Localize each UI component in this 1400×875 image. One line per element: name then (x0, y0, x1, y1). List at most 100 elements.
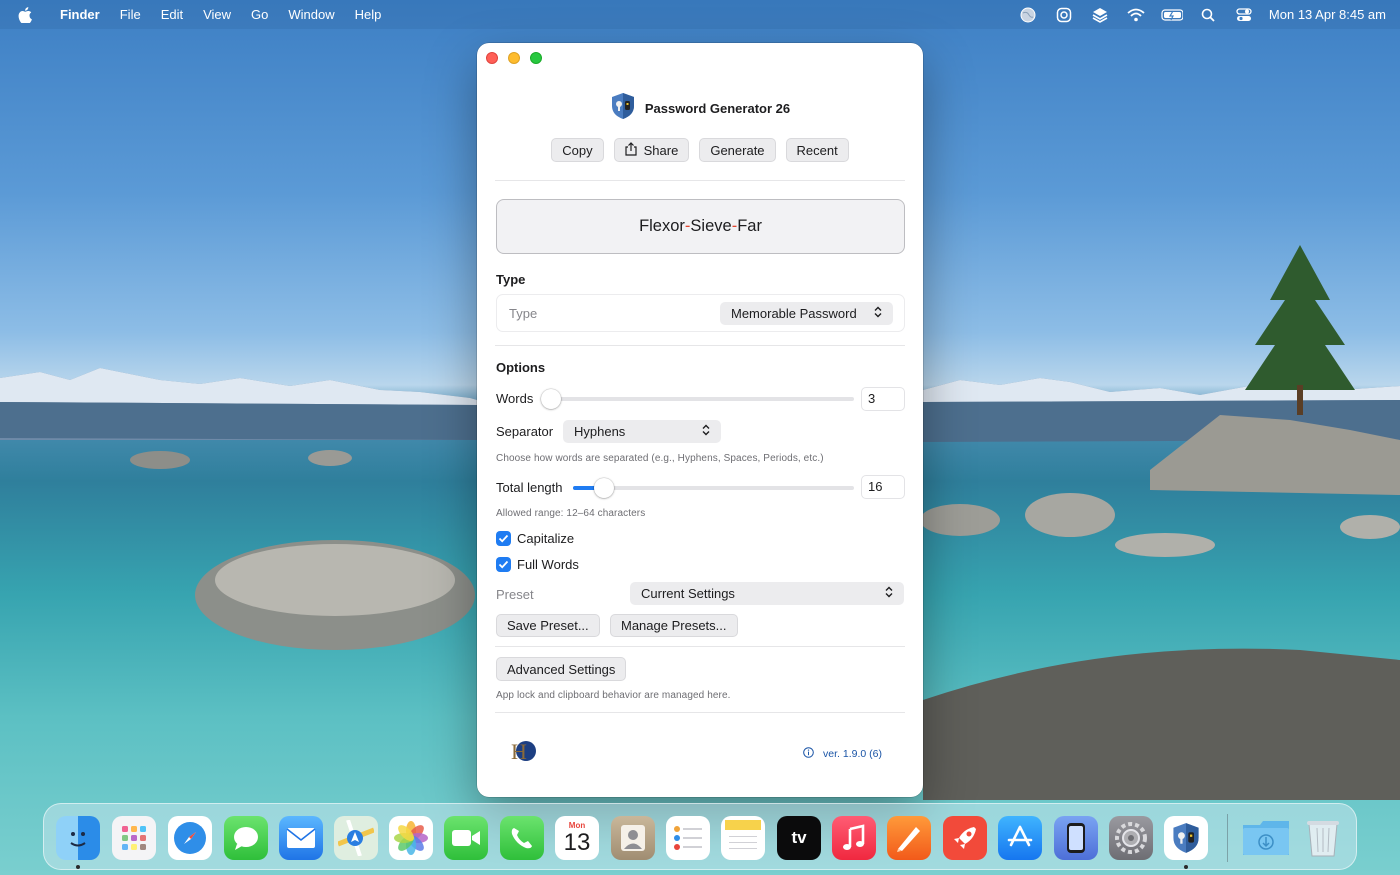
full-words-checkbox[interactable] (496, 557, 511, 572)
recent-button[interactable]: Recent (785, 138, 849, 162)
layers-icon[interactable] (1089, 6, 1111, 24)
wifi-icon[interactable] (1125, 6, 1147, 24)
apple-menu-icon[interactable] (0, 0, 50, 29)
phone-icon[interactable] (500, 816, 544, 860)
finder-running-indicator (76, 865, 80, 869)
type-section-title: Type (496, 272, 526, 287)
messages-icon[interactable] (224, 816, 268, 860)
battery-icon[interactable] (1161, 6, 1183, 24)
search-icon[interactable] (1197, 6, 1219, 24)
preset-popup[interactable]: Current Settings (630, 582, 904, 605)
capitalize-row[interactable]: Capitalize (496, 531, 574, 546)
copy-button[interactable]: Copy (551, 138, 604, 162)
app-header: Password Generator 26 (477, 92, 923, 125)
words-slider[interactable] (541, 389, 854, 409)
footer-divider (495, 712, 905, 713)
password-word-1: Flexor (639, 217, 685, 235)
options-section-title: Options (496, 360, 546, 375)
password-display[interactable]: Flexor - Sieve - Far (496, 199, 905, 254)
total-length-field[interactable]: 16 (861, 475, 905, 499)
control-center-icon[interactable] (1233, 6, 1255, 24)
total-length-label: Total length (496, 480, 563, 495)
zoom-window-button[interactable] (530, 52, 542, 64)
words-slider-knob[interactable] (541, 389, 561, 409)
notes-icon[interactable] (721, 816, 765, 860)
finder-icon[interactable] (56, 816, 100, 860)
reminders-icon[interactable] (666, 816, 710, 860)
minimize-window-button[interactable] (508, 52, 520, 64)
total-length-slider-knob[interactable] (593, 478, 614, 498)
maps-icon[interactable] (334, 816, 378, 860)
facetime-icon[interactable] (444, 816, 488, 860)
menu-clock[interactable]: Mon 13 Apr 8:45 am (1269, 0, 1386, 29)
full-words-row[interactable]: Full Words (496, 557, 579, 572)
password-generator-icon[interactable] (1164, 816, 1208, 860)
words-count-field[interactable]: 3 (861, 387, 905, 411)
generate-button[interactable]: Generate (699, 138, 776, 162)
separator-popup[interactable]: Hyphens (563, 420, 721, 443)
app-title: Password Generator 26 (644, 101, 791, 116)
share-icon (625, 141, 637, 159)
capitalize-label: Capitalize (517, 531, 575, 546)
type-popup[interactable]: Memorable Password (720, 302, 893, 325)
trash-icon[interactable] (1301, 816, 1345, 860)
simulator-icon[interactable] (1054, 816, 1098, 860)
share-button[interactable]: Share (613, 138, 690, 162)
menu-go[interactable]: Go (241, 0, 278, 29)
save-preset-button[interactable]: Save Preset... (496, 614, 600, 637)
rocket-icon[interactable] (943, 816, 987, 860)
words-label: Words (496, 391, 534, 406)
dock-separator (1227, 814, 1228, 862)
presets-divider (495, 646, 905, 647)
photos-icon[interactable] (389, 816, 433, 860)
menu-help[interactable]: Help (345, 0, 392, 29)
close-window-button[interactable] (486, 52, 498, 64)
info-icon (803, 747, 814, 761)
menu-edit[interactable]: Edit (151, 0, 193, 29)
developer-logo[interactable]: H (508, 737, 536, 770)
app-store-icon[interactable] (998, 816, 1042, 860)
copy-button-label: Copy (562, 142, 593, 158)
music-icon[interactable] (832, 816, 876, 860)
type-label: Type (509, 306, 538, 321)
toolbar: Copy Share Generate Recent (477, 138, 923, 162)
total-length-slider[interactable] (573, 478, 854, 498)
password-word-3: Far (737, 217, 762, 235)
recent-button-label: Recent (796, 142, 838, 158)
separator-help-text: Choose how words are separated (e.g., Hy… (496, 453, 824, 464)
version-info[interactable]: ver. 1.9.0 (6) (803, 747, 882, 761)
apple-tv-label: tv (791, 828, 807, 847)
contacts-icon[interactable] (611, 816, 655, 860)
preset-label: Preset (496, 587, 534, 602)
type-divider (495, 345, 905, 346)
chevron-up-down-icon (874, 306, 882, 321)
advanced-settings-label: Advanced Settings (507, 661, 616, 677)
generate-button-label: Generate (710, 142, 765, 158)
dock: Mon 13 tv (43, 803, 1357, 870)
mail-icon[interactable] (279, 816, 323, 860)
password-word-2: Sieve (690, 217, 732, 235)
menu-view[interactable]: View (193, 0, 241, 29)
globe-icon[interactable] (1017, 6, 1039, 24)
safari-icon[interactable] (168, 816, 212, 860)
advanced-settings-button[interactable]: Advanced Settings (496, 657, 627, 681)
menu-file[interactable]: File (110, 0, 151, 29)
menu-app-name[interactable]: Finder (50, 0, 110, 29)
lifebuoy-icon[interactable] (1053, 6, 1075, 24)
apple-tv-icon[interactable]: tv (777, 816, 821, 860)
type-group: Type Memorable Password (496, 294, 905, 332)
launchpad-icon[interactable] (112, 816, 156, 860)
preset-popup-value: Current Settings (641, 586, 735, 601)
system-settings-icon[interactable] (1109, 816, 1153, 860)
chevron-up-down-icon (885, 586, 893, 601)
password-generator-window: Password Generator 26 Copy Share Generat… (477, 43, 923, 797)
downloads-folder-icon[interactable] (1242, 816, 1290, 860)
separator-popup-value: Hyphens (574, 424, 626, 439)
calendar-icon[interactable]: Mon 13 (555, 816, 599, 860)
pages-icon[interactable] (887, 816, 931, 860)
menu-window[interactable]: Window (278, 0, 344, 29)
capitalize-checkbox[interactable] (496, 531, 511, 546)
full-words-label: Full Words (517, 557, 579, 572)
manage-presets-button[interactable]: Manage Presets... (610, 614, 738, 637)
menu-bar: Finder File Edit View Go Window Help Mon… (0, 0, 1400, 29)
